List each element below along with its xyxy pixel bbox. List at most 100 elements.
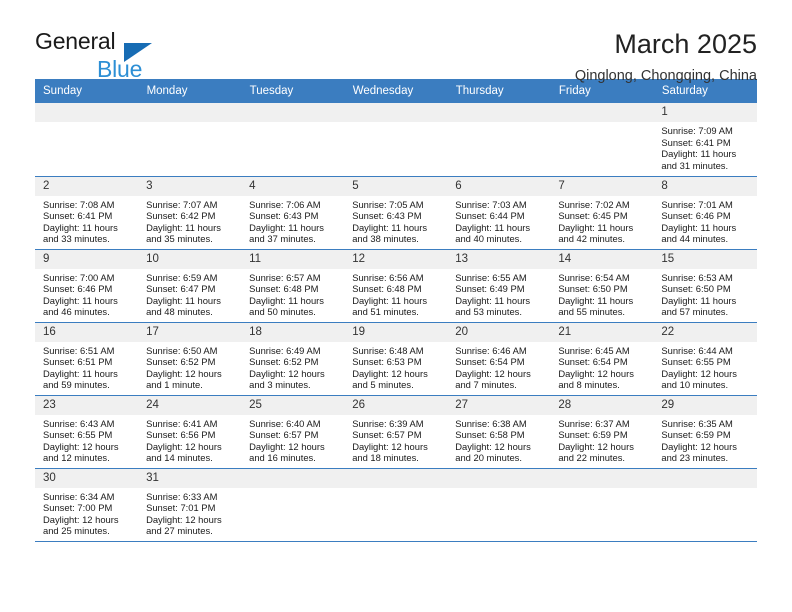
- day-number: 14: [550, 249, 654, 269]
- day-details: Sunrise: 6:37 AM Sunset: 6:59 PM Daylight:…: [550, 415, 653, 464]
- detail-line-sunrise: Sunrise: 7:03 AM: [455, 198, 527, 210]
- day-details: Sunrise: 6:50 AM Sunset: 6:52 PM Daylight:…: [138, 342, 241, 391]
- day-details: Sunrise: 7:08 AM Sunset: 6:41 PM Daylight:…: [35, 196, 138, 245]
- calendar-cell-day[interactable]: 23 Sunrise: 6:43 AM Sunset: 6:55 PM Dayligh…: [35, 395, 139, 469]
- detail-line-daylight2: and 35 minutes.: [146, 233, 213, 245]
- detail-line-daylight1: Daylight: 11 hours: [249, 221, 324, 233]
- calendar-cell-day[interactable]: 3 Sunrise: 7:07 AM Sunset: 6:42 PM Daylight…: [138, 176, 242, 250]
- day-details: Sunrise: 6:54 AM Sunset: 6:50 PM Daylight:…: [550, 269, 653, 318]
- calendar-cell-day[interactable]: 30 Sunrise: 6:34 AM Sunset: 7:00 PM Dayligh…: [35, 468, 139, 542]
- detail-line-sunrise: Sunrise: 6:53 AM: [661, 271, 733, 283]
- day-number: [550, 468, 654, 488]
- detail-line-daylight2: and 53 minutes.: [455, 306, 522, 318]
- day-number: 31: [138, 468, 242, 488]
- detail-line-sunrise: Sunrise: 7:02 AM: [558, 198, 630, 210]
- detail-line-sunrise: Sunrise: 6:56 AM: [352, 271, 424, 283]
- calendar-cell-day[interactable]: 18 Sunrise: 6:49 AM Sunset: 6:52 PM Dayligh…: [241, 322, 345, 396]
- calendar-cell-day[interactable]: 1 Sunrise: 7:09 AM Sunset: 6:41 PM Daylight…: [653, 103, 757, 177]
- calendar-cell-day[interactable]: 8 Sunrise: 7:01 AM Sunset: 6:46 PM Daylight…: [653, 176, 757, 250]
- day-details: Sunrise: 6:57 AM Sunset: 6:48 PM Daylight:…: [241, 269, 344, 318]
- detail-line-daylight1: Daylight: 11 hours: [43, 294, 118, 306]
- detail-line-sunset: Sunset: 6:55 PM: [43, 429, 113, 441]
- detail-line-sunrise: Sunrise: 7:06 AM: [249, 198, 321, 210]
- calendar-cell-day[interactable]: 20 Sunrise: 6:46 AM Sunset: 6:54 PM Dayligh…: [447, 322, 551, 396]
- logo-text-blue: Blue: [97, 56, 143, 82]
- day-details: Sunrise: 7:05 AM Sunset: 6:43 PM Daylight:…: [344, 196, 447, 245]
- day-details: Sunrise: 6:53 AM Sunset: 6:50 PM Daylight:…: [653, 269, 756, 318]
- day-number: 23: [35, 395, 139, 415]
- detail-line-daylight1: Daylight: 12 hours: [146, 367, 222, 379]
- calendar-cell-day[interactable]: 10 Sunrise: 6:59 AM Sunset: 6:47 PM Dayligh…: [138, 249, 242, 323]
- detail-line-daylight1: Daylight: 11 hours: [661, 148, 737, 160]
- detail-line-sunrise: Sunrise: 6:48 AM: [352, 344, 424, 356]
- calendar-cell-day[interactable]: 4 Sunrise: 7:06 AM Sunset: 6:43 PM Daylight…: [241, 176, 345, 250]
- detail-line-daylight1: Daylight: 11 hours: [352, 221, 428, 233]
- detail-line-daylight2: and 23 minutes.: [661, 452, 729, 464]
- calendar-cell-day[interactable]: 15 Sunrise: 6:53 AM Sunset: 6:50 PM Dayligh…: [653, 249, 757, 323]
- calendar-week-row: 9 Sunrise: 7:00 AM Sunset: 6:46 PM Daylight…: [35, 249, 757, 323]
- calendar-cell-day[interactable]: 29 Sunrise: 6:35 AM Sunset: 6:59 PM Dayligh…: [653, 395, 757, 469]
- day-number: 15: [653, 249, 757, 269]
- logo-text-general: General: [35, 28, 116, 54]
- calendar-week-row: 30 Sunrise: 6:34 AM Sunset: 7:00 PM Dayligh…: [35, 468, 757, 542]
- detail-line-sunset: Sunset: 6:57 PM: [249, 429, 319, 441]
- calendar-cell-day[interactable]: 2 Sunrise: 7:08 AM Sunset: 6:41 PM Daylight…: [35, 176, 139, 250]
- calendar-cell-day[interactable]: 21 Sunrise: 6:45 AM Sunset: 6:54 PM Dayligh…: [550, 322, 654, 396]
- detail-line-daylight1: Daylight: 12 hours: [43, 513, 119, 525]
- detail-line-daylight2: and 57 minutes.: [661, 306, 729, 318]
- calendar-cell-day[interactable]: 6 Sunrise: 7:03 AM Sunset: 6:44 PM Daylight…: [447, 176, 551, 250]
- day-number: 12: [344, 249, 448, 269]
- detail-line-sunrise: Sunrise: 6:57 AM: [249, 271, 321, 283]
- calendar-cell-day[interactable]: 12 Sunrise: 6:56 AM Sunset: 6:48 PM Dayligh…: [344, 249, 448, 323]
- calendar-cell-day[interactable]: 26 Sunrise: 6:39 AM Sunset: 6:57 PM Dayligh…: [344, 395, 448, 469]
- calendar-cell-day[interactable]: 28 Sunrise: 6:37 AM Sunset: 6:59 PM Dayligh…: [550, 395, 654, 469]
- calendar-cell-day[interactable]: 25 Sunrise: 6:40 AM Sunset: 6:57 PM Dayligh…: [241, 395, 345, 469]
- calendar-cell-day[interactable]: 17 Sunrise: 6:50 AM Sunset: 6:52 PM Dayligh…: [138, 322, 242, 396]
- calendar-cell-day[interactable]: 11 Sunrise: 6:57 AM Sunset: 6:48 PM Dayligh…: [241, 249, 345, 323]
- day-number: [550, 103, 654, 122]
- detail-line-sunset: Sunset: 6:58 PM: [455, 429, 525, 441]
- calendar-grid: Sunday Monday Tuesday Wednesday Thursday…: [35, 79, 758, 542]
- day-details: Sunrise: 6:49 AM Sunset: 6:52 PM Daylight:…: [241, 342, 344, 391]
- detail-line-sunset: Sunset: 6:44 PM: [455, 210, 525, 222]
- day-number: 2: [35, 176, 139, 196]
- calendar-cell-day[interactable]: 9 Sunrise: 7:00 AM Sunset: 6:46 PM Daylight…: [35, 249, 139, 323]
- detail-line-sunset: Sunset: 6:52 PM: [146, 356, 216, 368]
- calendar-cell-empty: [550, 468, 654, 542]
- detail-line-sunset: Sunset: 6:48 PM: [352, 283, 422, 295]
- calendar-cell-day[interactable]: 13 Sunrise: 6:55 AM Sunset: 6:49 PM Dayligh…: [447, 249, 551, 323]
- calendar-cell-day[interactable]: 22 Sunrise: 6:44 AM Sunset: 6:55 PM Dayligh…: [653, 322, 757, 396]
- calendar-cell-day[interactable]: 5 Sunrise: 7:05 AM Sunset: 6:43 PM Daylight…: [344, 176, 448, 250]
- general-blue-logo[interactable]: General Blue: [35, 28, 185, 84]
- detail-line-sunrise: Sunrise: 7:05 AM: [352, 198, 424, 210]
- detail-line-daylight2: and 1 minute.: [146, 379, 203, 391]
- calendar-cell-day[interactable]: 7 Sunrise: 7:02 AM Sunset: 6:45 PM Daylight…: [550, 176, 654, 250]
- calendar-cell-empty: [138, 103, 242, 177]
- detail-line-sunrise: Sunrise: 7:07 AM: [146, 198, 218, 210]
- day-number: 24: [138, 395, 242, 415]
- day-number: 19: [344, 322, 448, 342]
- detail-line-daylight2: and 44 minutes.: [661, 233, 729, 245]
- detail-line-daylight2: and 10 minutes.: [661, 379, 729, 391]
- detail-line-daylight2: and 18 minutes.: [352, 452, 419, 464]
- calendar-cell-day[interactable]: 31 Sunrise: 6:33 AM Sunset: 7:01 PM Dayligh…: [138, 468, 242, 542]
- detail-line-sunset: Sunset: 6:50 PM: [661, 283, 731, 295]
- calendar-cell-day[interactable]: 19 Sunrise: 6:48 AM Sunset: 6:53 PM Dayligh…: [344, 322, 448, 396]
- calendar-cell-day[interactable]: 24 Sunrise: 6:41 AM Sunset: 6:56 PM Dayligh…: [138, 395, 242, 469]
- calendar-cell-day[interactable]: 16 Sunrise: 6:51 AM Sunset: 6:51 PM Dayligh…: [35, 322, 139, 396]
- detail-line-daylight2: and 48 minutes.: [146, 306, 213, 318]
- detail-line-sunrise: Sunrise: 7:09 AM: [661, 125, 733, 136]
- detail-line-sunset: Sunset: 6:43 PM: [249, 210, 319, 222]
- day-details: Sunrise: 6:59 AM Sunset: 6:47 PM Daylight:…: [138, 269, 241, 318]
- day-number: 21: [550, 322, 654, 342]
- calendar-cell-empty: [344, 103, 448, 177]
- detail-line-daylight1: Daylight: 11 hours: [455, 294, 531, 306]
- calendar-cell-day[interactable]: 14 Sunrise: 6:54 AM Sunset: 6:50 PM Dayligh…: [550, 249, 654, 323]
- detail-line-sunset: Sunset: 6:54 PM: [558, 356, 628, 368]
- detail-line-sunrise: Sunrise: 6:39 AM: [352, 417, 424, 429]
- detail-line-sunrise: Sunrise: 7:00 AM: [43, 271, 115, 283]
- detail-line-sunset: Sunset: 6:41 PM: [661, 136, 731, 148]
- day-details: Sunrise: 6:46 AM Sunset: 6:54 PM Daylight:…: [447, 342, 550, 391]
- detail-line-sunrise: Sunrise: 6:51 AM: [43, 344, 115, 356]
- calendar-cell-day[interactable]: 27 Sunrise: 6:38 AM Sunset: 6:58 PM Dayligh…: [447, 395, 551, 469]
